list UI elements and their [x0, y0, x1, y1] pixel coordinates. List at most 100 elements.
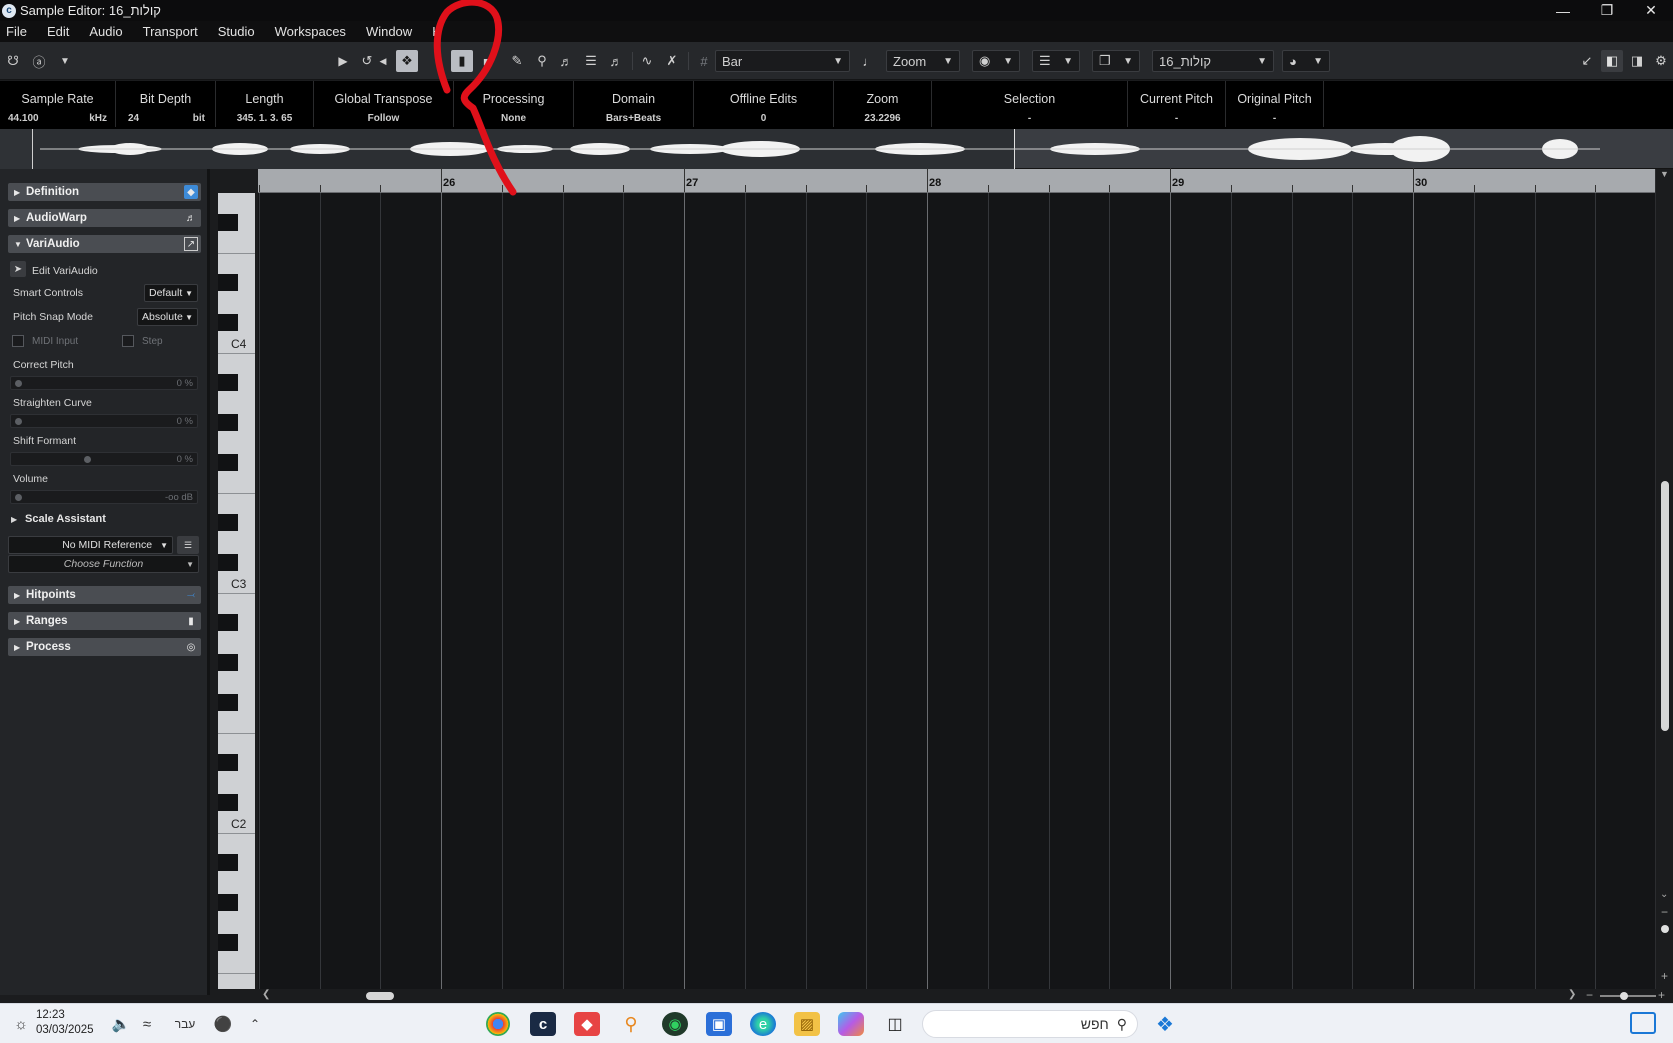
correct-pitch-slider[interactable]: 0 %: [10, 376, 198, 390]
info-processing[interactable]: Processing None: [454, 81, 574, 127]
quantize-note-icon[interactable]: ♩: [858, 50, 880, 72]
section-audiowarp[interactable]: ▶ AudioWarp ♬: [8, 209, 201, 227]
notifications-off-icon[interactable]: ⚫: [210, 1012, 236, 1036]
grid-icon[interactable]: #: [693, 50, 715, 72]
overview-line[interactable]: [0, 129, 1673, 169]
window-layout-dropdown[interactable]: ❐ ▼: [1092, 50, 1140, 72]
vertical-zoom-knob[interactable]: [1661, 925, 1669, 933]
pitch-snap-mode-dropdown[interactable]: Absolute ▼: [137, 308, 198, 326]
info-zoom[interactable]: Zoom 23.2296: [834, 81, 932, 127]
step-checkbox[interactable]: [122, 335, 134, 347]
draw-icon[interactable]: ✎: [506, 50, 528, 72]
object-selection-icon[interactable]: ❖: [396, 50, 418, 72]
black-key[interactable]: [218, 754, 238, 771]
info-bit-depth[interactable]: Bit Depth 24 bit: [116, 81, 216, 127]
choose-function-dropdown[interactable]: Choose Function ▼: [8, 555, 199, 573]
layers-dropdown[interactable]: ☰ ▼: [1032, 50, 1080, 72]
vertical-zoom-out-icon[interactable]: −: [1661, 905, 1668, 919]
scroll-up-icon[interactable]: ▼: [1660, 169, 1669, 179]
grid-type-dropdown[interactable]: Bar ▼: [715, 50, 850, 72]
colors-dropdown[interactable]: ◕ ▼: [1282, 50, 1330, 72]
chrome-icon[interactable]: [486, 1012, 510, 1036]
black-key[interactable]: [218, 314, 238, 331]
black-key[interactable]: [218, 214, 238, 231]
language-indicator[interactable]: עבר: [168, 1012, 202, 1036]
info-original-pitch[interactable]: Original Pitch -: [1226, 81, 1324, 127]
anydesk-icon[interactable]: ◆: [574, 1012, 600, 1036]
minimize-icon[interactable]: —: [1541, 0, 1585, 21]
ruler[interactable]: 26 27 28 29 30: [258, 168, 1655, 193]
slider-knob[interactable]: [15, 494, 22, 501]
smart-controls-dropdown[interactable]: Default ▼: [144, 284, 198, 302]
close-icon[interactable]: ✕: [1629, 0, 1673, 21]
section-variaudio[interactable]: ▼ VariAudio ↗: [8, 235, 201, 253]
shift-formant-slider[interactable]: 0 %: [10, 452, 198, 466]
black-key[interactable]: [218, 514, 238, 531]
zoom-in-icon[interactable]: +: [1658, 988, 1665, 1002]
vertical-zoom-in-icon[interactable]: +: [1661, 969, 1668, 983]
recorder-icon[interactable]: ◉: [662, 1012, 688, 1036]
black-key[interactable]: [218, 554, 238, 571]
info-selection[interactable]: Selection -: [932, 81, 1128, 127]
scroll-right-icon[interactable]: ❯: [1568, 989, 1576, 1000]
section-scale-assistant[interactable]: ▶ Scale Assistant: [8, 513, 106, 525]
file-explorer-icon[interactable]: ▨: [794, 1012, 820, 1036]
taskbar-search-input[interactable]: חפש ⚲: [922, 1010, 1138, 1038]
scale-options-icon[interactable]: ☰: [177, 536, 199, 554]
edit-variaudio-button[interactable]: ➤: [10, 261, 26, 277]
menu-window[interactable]: Window: [360, 24, 418, 39]
slider-knob[interactable]: [84, 456, 91, 463]
section-process[interactable]: ▶ Process ◎: [8, 638, 201, 656]
info-current-pitch[interactable]: Current Pitch -: [1128, 81, 1226, 127]
info-length[interactable]: Length 345. 1. 3. 65: [216, 81, 314, 127]
black-key[interactable]: [218, 414, 238, 431]
black-key[interactable]: [218, 614, 238, 631]
black-key[interactable]: [218, 794, 238, 811]
black-key[interactable]: [218, 454, 238, 471]
scroll-left-icon[interactable]: ❮: [262, 989, 270, 1000]
edge-icon[interactable]: e: [750, 1012, 776, 1036]
midi-input-checkbox[interactable]: [12, 335, 24, 347]
snap-zero-icon[interactable]: ∿: [636, 50, 658, 72]
vertical-scrollbar[interactable]: ▼ ⌄ − +: [1655, 169, 1673, 989]
start-button-windows-icon[interactable]: ❖: [1152, 1012, 1178, 1036]
slider-knob[interactable]: [15, 380, 22, 387]
section-hitpoints[interactable]: ▶ Hitpoints ⤙: [8, 586, 201, 604]
info-global-transpose[interactable]: Global Transpose Follow: [314, 81, 454, 127]
midi-reference-dropdown[interactable]: No MIDI Reference ▼: [8, 536, 173, 554]
app-window-icon[interactable]: ◫: [882, 1012, 908, 1036]
zoom-dropdown[interactable]: Zoom ▼: [886, 50, 960, 72]
hitpoint-icon[interactable]: ✗: [661, 50, 683, 72]
show-desktop-icon[interactable]: [1630, 1012, 1656, 1034]
setup-window-layout-icon[interactable]: ⚙: [1650, 50, 1672, 72]
slider-knob[interactable]: [15, 418, 22, 425]
section-definition[interactable]: ▶ Definition ◆: [8, 183, 201, 201]
info-sample-rate[interactable]: Sample Rate 44.100 kHz: [0, 81, 116, 127]
view-dropdown[interactable]: ◉ ▼: [972, 50, 1020, 72]
solo-dropdown-icon[interactable]: ▼: [54, 50, 76, 72]
volume-icon[interactable]: 🔈: [108, 1012, 134, 1036]
straighten-curve-slider[interactable]: 0 %: [10, 414, 198, 428]
menu-workspaces[interactable]: Workspaces: [269, 24, 352, 39]
clip-select-dropdown[interactable]: 16_קולות ▼: [1152, 50, 1274, 72]
black-key[interactable]: [218, 274, 238, 291]
menu-edit[interactable]: Edit: [41, 24, 75, 39]
loop-icon[interactable]: ↺: [356, 50, 378, 72]
menu-help[interactable]: H: [426, 24, 447, 39]
horizontal-scroll-thumb[interactable]: [366, 992, 394, 1000]
black-key[interactable]: [218, 934, 238, 951]
copilot-icon[interactable]: [838, 1012, 864, 1036]
play-tool-icon[interactable]: ♬: [555, 50, 577, 72]
system-clock[interactable]: 12:23 03/03/2025: [36, 1008, 94, 1038]
speaker-icon[interactable]: ♬: [605, 50, 627, 72]
right-zone-icon[interactable]: ◨: [1626, 50, 1648, 72]
search-tool-icon[interactable]: ⚲: [618, 1012, 644, 1036]
widgets-icon[interactable]: ☼: [8, 1012, 34, 1036]
pitch-edit-grid[interactable]: [258, 193, 1655, 989]
menu-file[interactable]: File: [0, 24, 33, 39]
vertical-scroll-thumb[interactable]: [1661, 481, 1669, 731]
scroll-down-icon[interactable]: ⌄: [1660, 889, 1668, 900]
menu-audio[interactable]: Audio: [83, 24, 128, 39]
black-key[interactable]: [218, 654, 238, 671]
menu-studio[interactable]: Studio: [212, 24, 261, 39]
